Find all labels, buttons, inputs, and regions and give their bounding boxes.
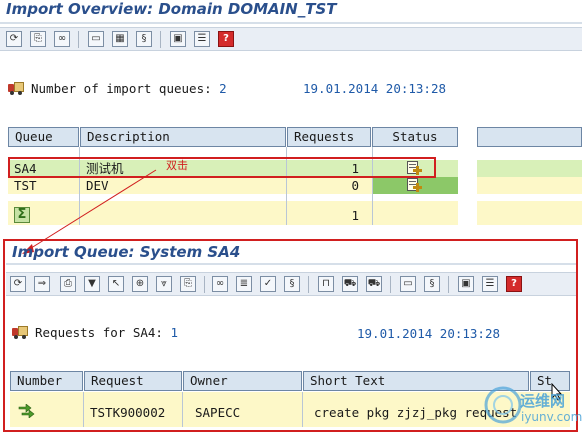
zoom-icon[interactable]: ⊕ [132,276,148,292]
col-divider [182,392,183,427]
select-icon[interactable]: ↖ [108,276,124,292]
toolbar-separator [308,276,309,293]
queue-datetime: 19.01.2014 20:13:28 [357,326,500,341]
queue-toolbar: ⟳ ⇒ ⎙ ▼ ↖ ⊕ ⩔ ⎘ ∞ ≣ ✓ § ⊓ ⛟ ⛟ ▭ § ▣ ☰ ? [6,272,576,296]
truck-all-icon[interactable]: ⛟ [366,276,382,292]
toolbar-separator [390,276,391,293]
import-icon[interactable]: ⇒ [34,276,50,292]
toolbar-separator [448,276,449,293]
col-divider [302,392,303,427]
queue-date: 19.01.2014 [357,326,433,341]
queue-time: 20:13:28 [439,326,501,341]
filter-funnel-icon[interactable]: ⩔ [156,276,172,292]
lock-icon[interactable]: ⊓ [318,276,334,292]
check-icon[interactable]: ✓ [260,276,276,292]
import-arrow-icon[interactable] [18,404,36,418]
col-request[interactable]: Request [84,371,182,391]
col-status-short[interactable]: St [530,371,570,391]
list-icon[interactable]: ☰ [482,276,498,292]
watermark-url: iyunv.com [521,410,582,424]
col-number[interactable]: Number [10,371,83,391]
col-owner[interactable]: Owner [183,371,302,391]
request-id[interactable]: TSTK900002 [90,405,165,421]
list-detail-icon[interactable]: ≣ [236,276,252,292]
watermark-logo-icon [484,386,522,424]
request-count-line: Requests for SA4: 1 [35,325,178,340]
col-divider [83,392,84,427]
scroll-icon[interactable]: § [284,276,300,292]
truck-import-icon[interactable]: ⛟ [342,276,358,292]
help-icon[interactable]: ? [506,276,522,292]
refresh-icon[interactable]: ⟳ [10,276,26,292]
print-icon[interactable]: ⎙ [60,276,76,292]
request-count-label: Requests for SA4: [35,325,163,340]
request-count-value: 1 [170,325,178,340]
open-queue-icon[interactable]: ⎘ [180,276,196,292]
scroll-icon[interactable]: § [424,276,440,292]
request-owner: SAPECC [195,405,241,420]
watermark-text: 运维网 [520,392,566,410]
truck-icon [12,326,28,339]
queue-title: Import Queue: System SA4 [12,243,241,261]
filter-icon[interactable]: ▼ [84,276,100,292]
print-settings-icon[interactable]: ▣ [458,276,474,292]
screen-icon[interactable]: ▭ [400,276,416,292]
title-divider [6,263,576,265]
glasses-icon[interactable]: ∞ [212,276,228,292]
toolbar-separator [204,276,205,293]
